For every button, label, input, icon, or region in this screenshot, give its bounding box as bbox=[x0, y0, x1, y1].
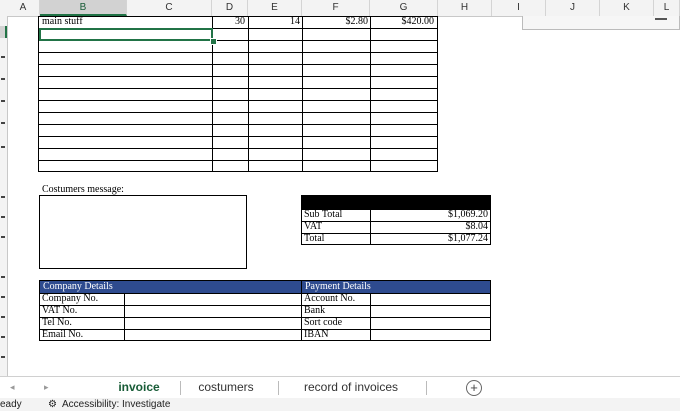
row-marker bbox=[1, 236, 5, 238]
active-cell-selection[interactable] bbox=[39, 28, 213, 41]
grid-line bbox=[39, 124, 437, 125]
grid-line bbox=[40, 317, 301, 318]
fill-handle[interactable] bbox=[210, 38, 217, 45]
column-header-k[interactable]: K bbox=[600, 0, 654, 16]
floating-panel[interactable] bbox=[522, 16, 680, 30]
row-marker bbox=[1, 122, 5, 124]
column-header-e[interactable]: E bbox=[248, 0, 302, 16]
tab-divider bbox=[278, 381, 279, 395]
item-qty-cell[interactable]: 30 bbox=[214, 17, 245, 27]
vat-no-label: VAT No. bbox=[42, 305, 78, 316]
grid-line bbox=[39, 52, 437, 53]
company-details-table: Company Details Company No. VAT No. Tel … bbox=[39, 280, 302, 341]
column-header-d[interactable]: D bbox=[212, 0, 248, 16]
column-header-bar: A B C D E F G H I J K L bbox=[0, 0, 680, 17]
minimize-icon[interactable] bbox=[655, 18, 667, 20]
payment-details-table: Payment Details Account No. Bank Sort co… bbox=[301, 280, 491, 341]
account-no-label: Account No. bbox=[304, 293, 356, 304]
accessibility-icon[interactable]: ⚙ bbox=[48, 398, 57, 411]
grid-line bbox=[39, 88, 437, 89]
tel-no-label: Tel No. bbox=[42, 317, 72, 328]
row-marker bbox=[1, 296, 5, 298]
grid-line bbox=[370, 209, 371, 244]
tab-divider bbox=[426, 381, 427, 395]
next-sheet-icon[interactable]: ▸ bbox=[44, 377, 49, 399]
row-header-bar[interactable] bbox=[0, 16, 8, 376]
message-label: Costumers message: bbox=[42, 184, 124, 195]
item-e-cell[interactable]: 14 bbox=[250, 17, 300, 27]
subtotal-label: Sub Total bbox=[304, 209, 343, 220]
tab-costumers[interactable]: costumers bbox=[184, 377, 268, 399]
iban-label: IBAN bbox=[304, 329, 329, 340]
status-ready: eady bbox=[0, 399, 22, 410]
row-marker bbox=[1, 316, 5, 318]
column-header-i[interactable]: I bbox=[492, 0, 546, 16]
vat-value[interactable]: $8.04 bbox=[372, 222, 489, 232]
grid-line bbox=[39, 64, 437, 65]
total-label: Total bbox=[304, 233, 325, 244]
vat-label: VAT bbox=[304, 221, 323, 232]
item-price-cell[interactable]: $2.80 bbox=[304, 17, 369, 27]
item-description-cell[interactable]: main stuff bbox=[42, 17, 83, 27]
grid-line bbox=[302, 329, 490, 330]
grid-line bbox=[39, 160, 437, 161]
prev-sheet-icon[interactable]: ◂ bbox=[10, 377, 15, 399]
bank-label: Bank bbox=[304, 305, 326, 316]
row-marker bbox=[1, 78, 5, 80]
item-total-cell[interactable]: $420.00 bbox=[372, 17, 435, 27]
grid-line bbox=[39, 112, 437, 113]
column-header-j[interactable]: J bbox=[546, 0, 600, 16]
company-no-label: Company No. bbox=[42, 293, 99, 304]
tab-divider bbox=[180, 381, 181, 395]
column-header-l[interactable]: L bbox=[654, 0, 680, 16]
message-box[interactable] bbox=[39, 195, 247, 269]
row-marker bbox=[1, 100, 5, 102]
row-marker bbox=[1, 146, 5, 148]
grid-line bbox=[39, 148, 437, 149]
sheet-tab-bar: ◂ ▸ invoice costumers record of invoices… bbox=[0, 376, 680, 401]
row-marker bbox=[1, 276, 5, 278]
total-value[interactable]: $1,077.24 bbox=[372, 234, 488, 244]
line-items-grid: main stuff 30 14 $2.80 $420.00 bbox=[38, 16, 438, 172]
accessibility-status[interactable]: Accessibility: Investigate bbox=[62, 398, 170, 411]
tab-record-of-invoices[interactable]: record of invoices bbox=[286, 377, 416, 399]
column-header-a[interactable]: A bbox=[7, 0, 40, 16]
row-marker bbox=[1, 356, 5, 358]
payment-details-header: Payment Details bbox=[302, 281, 490, 293]
company-details-header: Company Details bbox=[40, 281, 301, 293]
grid-line bbox=[39, 76, 437, 77]
status-bar: eady ⚙ Accessibility: Investigate bbox=[0, 398, 680, 411]
column-header-g[interactable]: G bbox=[370, 0, 438, 16]
totals-header bbox=[302, 196, 490, 209]
add-sheet-icon[interactable]: + bbox=[466, 380, 482, 396]
sort-code-label: Sort code bbox=[304, 317, 343, 328]
column-header-c[interactable]: C bbox=[127, 0, 212, 16]
subtotal-value[interactable]: $1,069.20 bbox=[372, 210, 488, 220]
row-marker bbox=[1, 196, 5, 198]
column-header-f[interactable]: F bbox=[302, 0, 370, 16]
column-header-b[interactable]: B bbox=[40, 0, 127, 16]
column-header-h[interactable]: H bbox=[438, 0, 492, 16]
row-marker bbox=[1, 216, 5, 218]
grid-line bbox=[302, 305, 490, 306]
row-marker bbox=[1, 56, 5, 58]
email-no-label: Email No. bbox=[42, 329, 84, 340]
grid-line bbox=[39, 100, 437, 101]
totals-table: Sub Total $1,069.20 VAT $8.04 Total $1,0… bbox=[301, 195, 491, 245]
row-marker bbox=[1, 336, 5, 338]
selected-row-marker bbox=[0, 26, 7, 38]
grid-line bbox=[39, 136, 437, 137]
grid-line bbox=[40, 305, 301, 306]
